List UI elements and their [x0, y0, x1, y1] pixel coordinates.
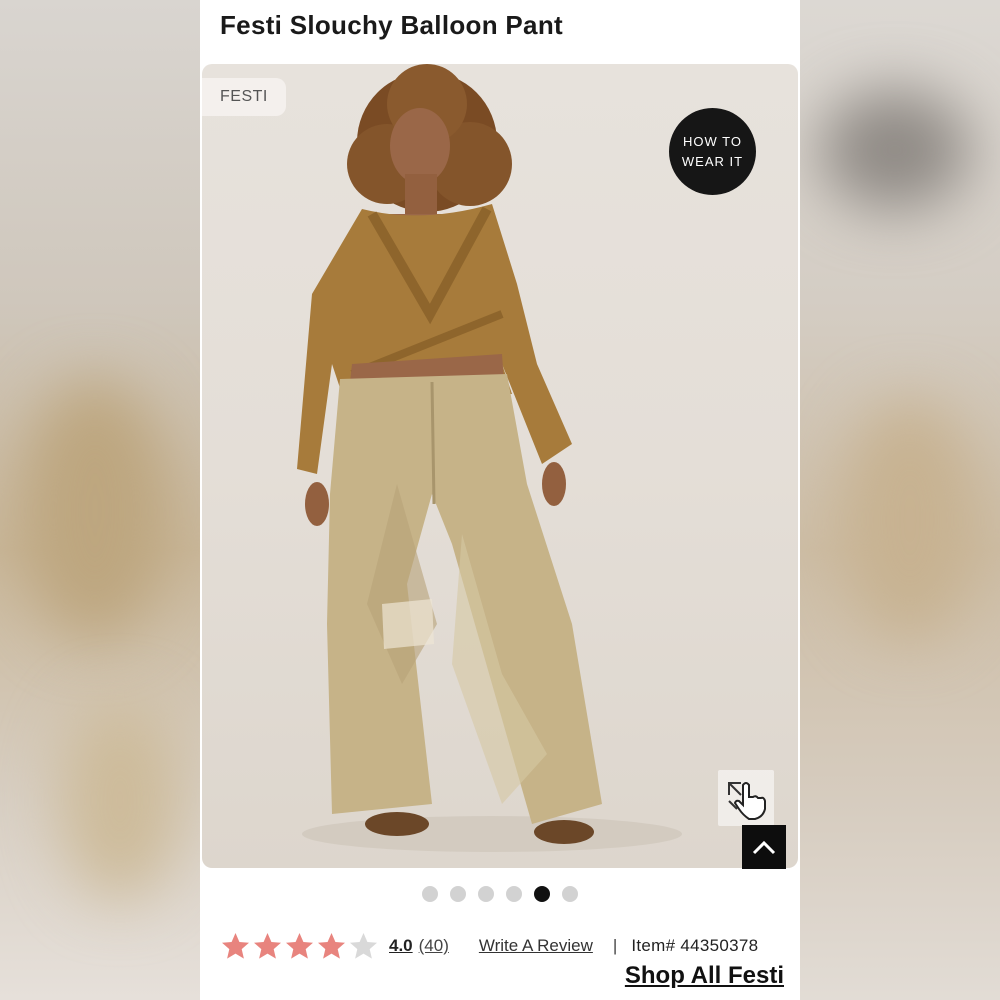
expand-hand-icon — [728, 782, 766, 820]
gallery-pagination — [200, 886, 800, 902]
product-title: Festi Slouchy Balloon Pant — [220, 10, 563, 40]
back-to-top-button[interactable] — [742, 825, 786, 869]
chevron-up-icon — [752, 840, 776, 855]
star-icon — [318, 932, 345, 959]
blur-shape — [840, 400, 980, 640]
rating-value[interactable]: 4.0 — [389, 936, 413, 956]
blur-shape — [20, 380, 170, 640]
brand-tag[interactable]: FESTI — [202, 78, 286, 116]
blur-shape — [60, 700, 180, 900]
star-icon — [350, 932, 377, 959]
product-image[interactable]: FESTI HOW TO WEAR IT — [202, 64, 798, 868]
how-to-wear-line-1: HOW TO — [683, 133, 742, 149]
star-icon — [222, 932, 249, 959]
zoom-button[interactable] — [718, 770, 774, 826]
gallery-dot[interactable] — [422, 886, 438, 902]
item-number: Item# 44350378 — [631, 936, 759, 955]
separator: | — [612, 936, 618, 955]
how-to-wear-button[interactable]: HOW TO WEAR IT — [669, 108, 756, 195]
gallery-dot[interactable] — [478, 886, 494, 902]
blur-shape — [820, 90, 970, 210]
gallery-dot[interactable] — [562, 886, 578, 902]
star-rating — [220, 931, 379, 962]
star-icon — [254, 932, 281, 959]
blurred-backdrop-right — [800, 0, 1000, 1000]
star-icon — [286, 932, 313, 959]
gallery-dot[interactable] — [506, 886, 522, 902]
how-to-wear-line-2: WEAR IT — [681, 153, 744, 169]
write-review-link[interactable]: Write A Review — [479, 936, 593, 956]
rating-row: 4.0 (40) Write A Review | Item# 44350378 — [220, 930, 784, 962]
gallery-dot[interactable] — [450, 886, 466, 902]
gallery-dot[interactable] — [534, 886, 550, 902]
review-count-link[interactable]: (40) — [419, 936, 449, 956]
blurred-backdrop-left — [0, 0, 200, 1000]
product-page: Festi Slouchy Balloon Pant FESTI HOW TO … — [200, 0, 800, 1000]
shop-all-link[interactable]: Shop All Festi — [625, 962, 784, 990]
